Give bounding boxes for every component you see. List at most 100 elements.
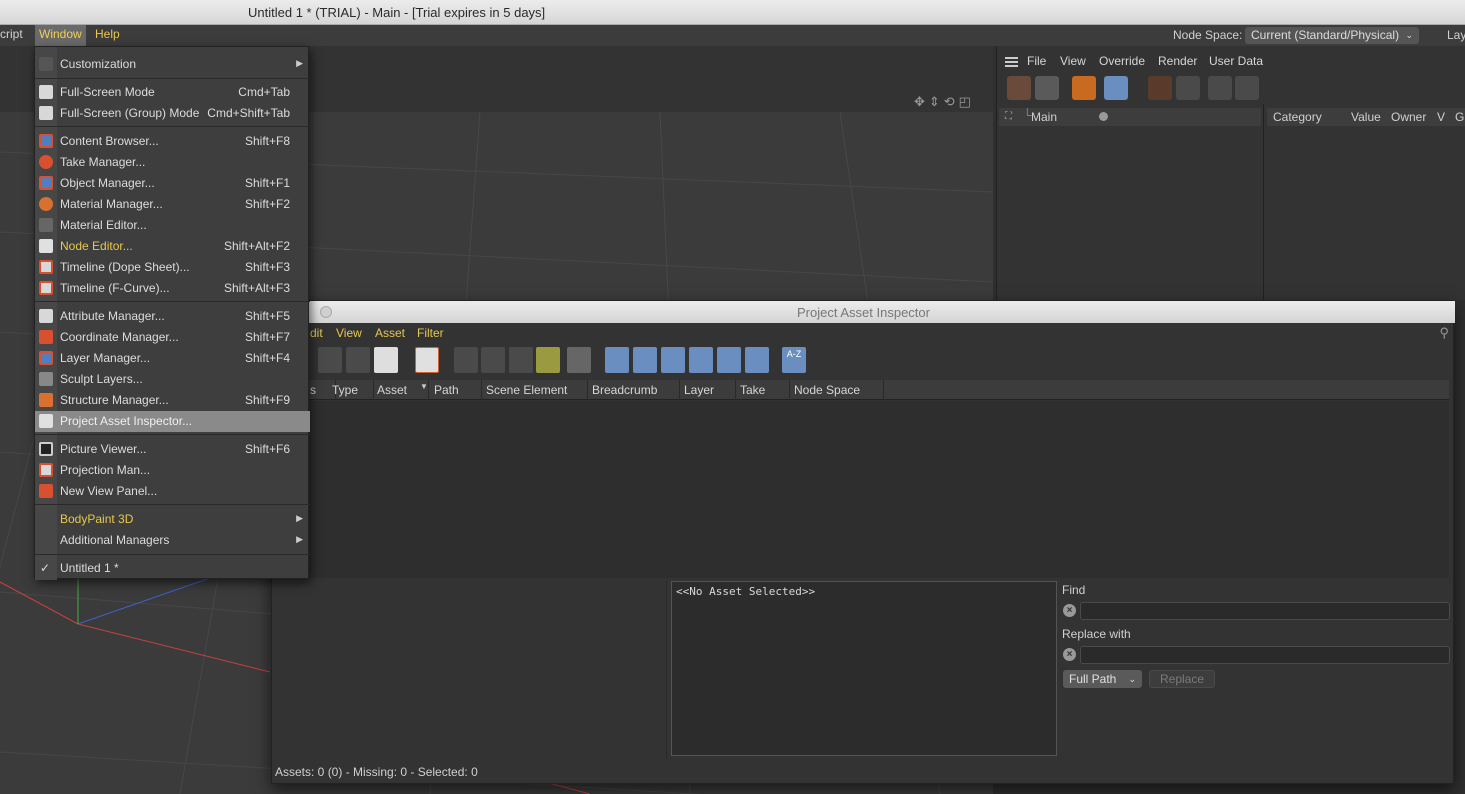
menu-item-object-manager[interactable]: Object Manager... Shift+F1: [35, 173, 310, 194]
menu-script[interactable]: cript: [0, 25, 27, 46]
menu-item-take-manager[interactable]: Take Manager...: [35, 152, 310, 173]
chevron-down-icon: ⌄: [1128, 674, 1136, 684]
menu-item-material-manager[interactable]: Material Manager... Shift+F2: [35, 194, 310, 215]
pai-titlebar[interactable]: Project Asset Inspector: [272, 301, 1455, 323]
take-right-icon[interactable]: [1235, 76, 1259, 100]
menu-item-structure-manager[interactable]: Structure Manager... Shift+F9: [35, 390, 310, 411]
take-tree-row[interactable]: ⛶ └ Main: [999, 108, 1261, 126]
folder-icon[interactable]: [536, 347, 560, 373]
node-space-dropdown[interactable]: Current (Standard/Physical) ⌄: [1245, 27, 1419, 44]
viewport-nav-icons[interactable]: ✥⇕⟲◰: [914, 94, 994, 110]
replace-input[interactable]: [1080, 646, 1450, 664]
col-node-space[interactable]: Node Space: [790, 380, 884, 400]
layout-label[interactable]: Lay: [1447, 28, 1465, 42]
file-icon[interactable]: [509, 347, 533, 373]
asset-list[interactable]: [272, 401, 1449, 578]
menu-item-coordinate-manager[interactable]: Coordinate Manager... Shift+F7: [35, 327, 310, 348]
checker-filter-icon[interactable]: [605, 347, 629, 373]
replace-label: Replace with: [1062, 627, 1131, 641]
menu-item-label: Take Manager...: [60, 155, 146, 169]
relocate-icon[interactable]: [318, 347, 342, 373]
submenu-arrow-icon: ▶: [296, 534, 303, 544]
paste-asset-icon[interactable]: [481, 347, 505, 373]
take-left-icon[interactable]: [1208, 76, 1232, 100]
col-category[interactable]: Category: [1273, 110, 1322, 124]
pai-menu-edit[interactable]: dit: [310, 326, 323, 340]
movie-filter-icon[interactable]: [633, 347, 657, 373]
render-settings-icon[interactable]: [1176, 76, 1200, 100]
overrides-group-icon[interactable]: [1104, 76, 1128, 100]
menu-item-label: Material Editor...: [60, 218, 147, 232]
rp-menu-user-data[interactable]: User Data: [1209, 54, 1263, 68]
take-clone-icon[interactable]: [1035, 76, 1059, 100]
menu-item-new-view-panel[interactable]: New View Panel...: [35, 481, 310, 502]
menu-item-attribute-manager[interactable]: Attribute Manager... Shift+F5: [35, 306, 310, 327]
menu-help[interactable]: Help: [91, 25, 124, 46]
menu-item-projection-man[interactable]: Projection Man...: [35, 460, 310, 481]
pai-menu-asset[interactable]: Asset: [375, 326, 405, 340]
menu-item-additional-managers[interactable]: Additional Managers ▶: [35, 530, 310, 551]
override-icon[interactable]: [1072, 76, 1096, 100]
take-main-label: Main: [1031, 110, 1058, 124]
rp-menu-view[interactable]: View: [1060, 54, 1086, 68]
expand-icon[interactable]: ⛶: [1005, 111, 1012, 122]
menu-item-label: Material Manager...: [60, 197, 163, 211]
checker-grid-icon[interactable]: [567, 347, 591, 373]
text-file-filter-icon[interactable]: [745, 347, 769, 373]
col-layer[interactable]: Layer: [680, 380, 736, 400]
menu-item-customization[interactable]: Customization ▶: [35, 54, 310, 75]
menu-item-node-editor[interactable]: Node Editor... Shift+Alt+F2: [35, 236, 310, 257]
menu-window[interactable]: Window: [35, 25, 86, 46]
sound-filter-icon[interactable]: [661, 347, 685, 373]
copy-asset-icon[interactable]: [454, 347, 478, 373]
col-take[interactable]: Take: [736, 380, 790, 400]
add-take-icon[interactable]: [1007, 76, 1031, 100]
col-scene-element[interactable]: Scene Element: [482, 380, 588, 400]
title-bar: Untitled 1 * (TRIAL) - Main - [Trial exp…: [0, 0, 1465, 25]
menu-item-full-screen-group-mode[interactable]: Full-Screen (Group) Mode Cmd+Shift+Tab: [35, 103, 310, 124]
clear-find-icon[interactable]: ×: [1063, 604, 1076, 617]
col-breadcrumb[interactable]: Breadcrumb: [588, 380, 680, 400]
col-type[interactable]: Type: [328, 380, 374, 400]
panel-divider[interactable]: [1263, 104, 1264, 300]
path-mode-dropdown[interactable]: Full Path ⌄: [1063, 670, 1142, 688]
globalize-icon[interactable]: [346, 347, 370, 373]
hamburger-icon[interactable]: [1005, 57, 1018, 67]
menu-item-picture-viewer[interactable]: Picture Viewer... Shift+F6: [35, 439, 310, 460]
document-icon[interactable]: [415, 347, 439, 373]
col-gr[interactable]: Gr: [1455, 110, 1465, 124]
menu-item-material-editor[interactable]: Material Editor...: [35, 215, 310, 236]
menu-item-content-browser[interactable]: Content Browser... Shift+F8: [35, 131, 310, 152]
render-clapper-icon[interactable]: [1148, 76, 1172, 100]
col-owner[interactable]: Owner: [1391, 110, 1426, 124]
rp-menu-file[interactable]: File: [1027, 54, 1046, 68]
film-filter-icon[interactable]: [689, 347, 713, 373]
cube-filter-icon[interactable]: [717, 347, 741, 373]
menu-item-timeline-f-curve[interactable]: Timeline (F-Curve)... Shift+Alt+F3: [35, 278, 310, 299]
rp-menu-render[interactable]: Render: [1158, 54, 1197, 68]
pai-menu-view[interactable]: View: [336, 326, 362, 340]
menu-item-sculpt-layers[interactable]: Sculpt Layers...: [35, 369, 310, 390]
sort-az-icon[interactable]: A-Z: [782, 347, 806, 373]
menu-item-timeline-dope-sheet[interactable]: Timeline (Dope Sheet)... Shift+F3: [35, 257, 310, 278]
menu-item-full-screen-mode[interactable]: Full-Screen Mode Cmd+Tab: [35, 82, 310, 103]
menu-item-bodypaint-3d[interactable]: BodyPaint 3D ▶: [35, 509, 310, 530]
rp-menu-override[interactable]: Override: [1099, 54, 1145, 68]
clear-replace-icon[interactable]: ×: [1063, 648, 1076, 661]
search-icon[interactable]: ⚲: [1439, 325, 1449, 341]
take-active-dot-icon[interactable]: [1099, 112, 1108, 121]
menu-item-project-asset-inspector[interactable]: Project Asset Inspector...: [35, 411, 310, 432]
col-value[interactable]: Value: [1351, 110, 1381, 124]
new-view-panel-icon: [39, 484, 53, 498]
menu-separator: [35, 434, 310, 435]
find-input[interactable]: [1080, 602, 1450, 620]
menu-item-layer-manager[interactable]: Layer Manager... Shift+F4: [35, 348, 310, 369]
replace-button[interactable]: Replace: [1149, 670, 1215, 688]
col-v[interactable]: V: [1437, 110, 1445, 124]
col-path[interactable]: Path: [430, 380, 482, 400]
menu-item-shortcut: Shift+F5: [244, 309, 290, 323]
pai-menu-filter[interactable]: Filter: [417, 326, 444, 340]
menu-item-untitled-document[interactable]: ✓ Untitled 1 *: [35, 558, 310, 579]
localize-icon[interactable]: [374, 347, 398, 373]
menu-item-label: Layer Manager...: [60, 351, 151, 365]
